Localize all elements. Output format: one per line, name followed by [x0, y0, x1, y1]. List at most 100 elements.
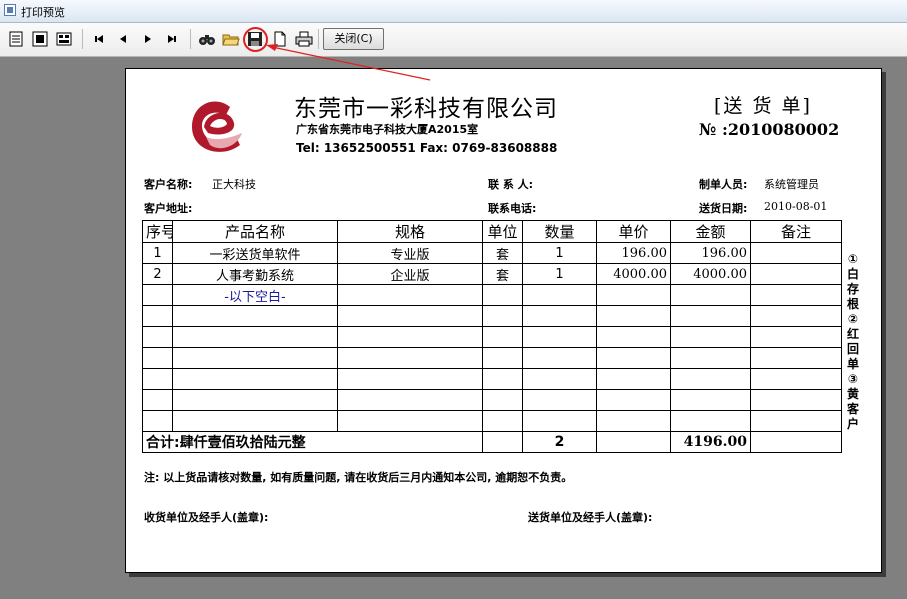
cell-price [596, 410, 671, 432]
header-seq: 序号 [142, 220, 173, 243]
header-product: 产品名称 [172, 220, 338, 243]
single-page-icon[interactable] [7, 30, 25, 48]
total-unit-cell [482, 431, 523, 453]
cell-unit [482, 347, 523, 369]
cell-quantity [522, 368, 597, 390]
contact-label: 联 系 人: [488, 178, 534, 191]
cell-quantity [522, 326, 597, 348]
cell-product [172, 368, 338, 390]
new-page-icon[interactable] [271, 30, 289, 48]
cell-seq: 2 [142, 263, 173, 285]
table-row [142, 389, 842, 411]
total-amount: 4196.00 [670, 431, 751, 453]
cell-remark [750, 410, 842, 432]
cell-spec [337, 326, 483, 348]
cell-amount [670, 389, 751, 411]
table-row: 1 一彩送货单软件 专业版套 1 196.00 196.00 [142, 242, 842, 264]
total-quantity: 2 [522, 431, 597, 453]
cell-product [172, 305, 338, 327]
cell-seq: 1 [142, 242, 173, 264]
cell-seq [142, 284, 173, 306]
cell-price: 196.00 [596, 242, 671, 264]
table-row [142, 410, 842, 432]
total-label: 合计:肆仟壹佰玖拾陆元整 [142, 431, 483, 453]
cell-product: -以下空白- [172, 284, 338, 306]
cell-remark [750, 305, 842, 327]
cell-remark [750, 242, 842, 264]
cell-unit [482, 389, 523, 411]
company-name: 东莞市一彩科技有限公司 [294, 96, 558, 122]
cell-remark [750, 326, 842, 348]
two-page-icon[interactable] [31, 30, 49, 48]
cell-spec: 专业版 [337, 242, 483, 264]
window-title: 打印预览 [21, 6, 65, 19]
copy-char: ③ [847, 372, 859, 386]
date-label: 送货日期: [699, 202, 748, 215]
cell-amount: 196.00 [670, 242, 751, 264]
table-header-row: 序号 产品名称 规格 单位 数量 单价 金额 备注 [142, 220, 842, 243]
company-logo-icon [192, 101, 242, 152]
copy-char: ① [847, 252, 859, 266]
cell-amount: 4000.00 [670, 263, 751, 285]
table-row [142, 326, 842, 348]
first-page-icon[interactable] [90, 30, 108, 48]
cell-product [172, 326, 338, 348]
header-price: 单价 [596, 220, 671, 243]
cell-spec [337, 347, 483, 369]
cell-unit [482, 368, 523, 390]
header-remark: 备注 [750, 220, 842, 243]
close-button[interactable]: 关闭(C) [323, 28, 384, 50]
find-icon[interactable] [198, 30, 216, 48]
copy-char: 客 [846, 402, 859, 416]
cell-price [596, 284, 671, 306]
copy-char: 单 [846, 357, 859, 371]
cell-spec: 企业版 [337, 263, 483, 285]
date-value: 2010-08-01 [764, 200, 828, 213]
footer-note: 注: 以上货品请核对数量, 如有质量问题, 请在收货后三月内通知本公司, 逾期恕… [144, 471, 573, 484]
cell-seq [142, 305, 173, 327]
cell-remark [750, 347, 842, 369]
copy-char: 回 [846, 342, 859, 356]
toolbar-separator [82, 29, 83, 49]
cell-amount [670, 347, 751, 369]
document-number: № :2010080002 [699, 120, 840, 139]
cell-price [596, 305, 671, 327]
table-total-row: 合计:肆仟壹佰玖拾陆元整 2 4196.00 [142, 431, 842, 453]
next-page-icon[interactable] [139, 30, 157, 48]
title-bar: 打印预览 [0, 0, 907, 23]
cell-product: 一彩送货单软件 [172, 242, 338, 264]
last-page-icon[interactable] [163, 30, 181, 48]
open-folder-icon[interactable] [222, 30, 240, 48]
table-row [142, 368, 842, 390]
table-row [142, 305, 842, 327]
app-icon [4, 4, 16, 16]
table-row: -以下空白- [142, 284, 842, 306]
receiver-signature-label: 收货单位及经手人(盖章): [144, 511, 269, 524]
cell-quantity: 1 [522, 263, 597, 285]
cell-quantity [522, 347, 597, 369]
sender-signature-label: 送货单位及经手人(盖章): [528, 511, 653, 524]
cell-amount [670, 284, 751, 306]
cell-unit: 套 [482, 242, 523, 264]
total-remark-cell [750, 431, 842, 453]
cell-price [596, 326, 671, 348]
customer-name-label: 客户名称: [144, 178, 193, 191]
cell-unit: 套 [482, 263, 523, 285]
prev-page-icon[interactable] [114, 30, 132, 48]
maker-label: 制单人员: [699, 178, 748, 191]
customer-address-label: 客户地址: [144, 202, 193, 215]
copy-char: 存 [846, 282, 859, 296]
goods-table: 序号 产品名称 规格 单位 数量 单价 金额 备注 1一彩送货单软件专业版套11… [142, 220, 842, 453]
toolbar-separator [190, 29, 191, 49]
cell-amount [670, 410, 751, 432]
multi-page-icon[interactable] [55, 30, 73, 48]
cell-quantity: 1 [522, 242, 597, 264]
toolbar-separator [318, 29, 319, 49]
cell-unit [482, 410, 523, 432]
copy-char: 白 [846, 267, 859, 281]
cell-quantity [522, 284, 597, 306]
cell-quantity [522, 410, 597, 432]
cell-spec [337, 410, 483, 432]
cell-remark [750, 389, 842, 411]
printer-icon[interactable] [295, 30, 313, 48]
